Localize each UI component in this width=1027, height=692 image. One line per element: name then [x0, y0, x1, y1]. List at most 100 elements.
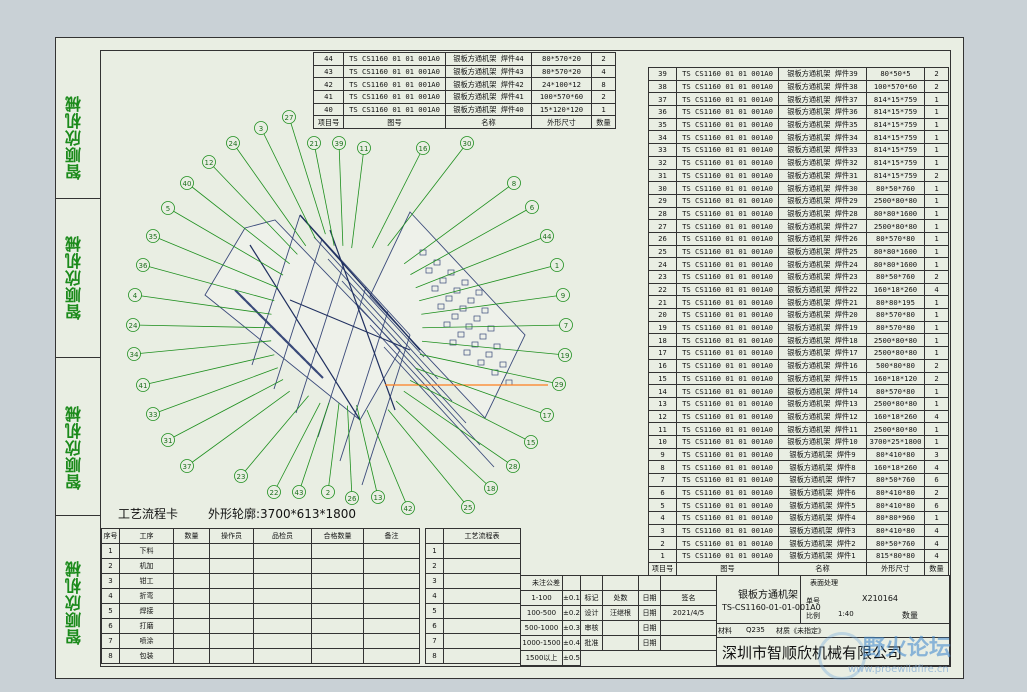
cell: 日期 [638, 620, 661, 636]
balloon-number: 6 [530, 204, 535, 212]
balloon-number: 33 [149, 411, 158, 419]
balloon-number: 39 [335, 140, 344, 148]
part-title: 银板方通机架 [738, 590, 798, 601]
process2-header: 工艺流程表 [425, 528, 521, 544]
process2-row: 8 [425, 648, 521, 664]
cell [443, 573, 521, 589]
process-row: 2 机加 [101, 558, 420, 574]
cell: 4 [425, 588, 444, 604]
cell: 2021/4/5 [660, 605, 717, 621]
sign-row: 批准 日期 [580, 635, 717, 651]
cell: 包装 [119, 648, 174, 664]
balloon-number: 5 [166, 205, 170, 213]
cell [209, 558, 254, 574]
cell [311, 543, 364, 559]
cell [660, 620, 717, 636]
qty-label: 数量 [902, 611, 918, 620]
balloon-number: 21 [310, 140, 319, 148]
balloon-number: 43 [295, 489, 304, 497]
tol-row: 1500以上 ±0.5 [520, 650, 581, 666]
sign-row [580, 575, 717, 591]
cell [253, 648, 312, 664]
cell: 工序 [119, 528, 174, 544]
leader-line [288, 116, 326, 235]
leader-line [387, 409, 469, 508]
cell [311, 558, 364, 574]
balloon-number: 22 [270, 489, 279, 497]
cell: 8 [101, 648, 120, 664]
cell [209, 573, 254, 589]
leader-line [152, 367, 278, 415]
process-row: 7 喷涂 [101, 633, 420, 649]
process2-row: 7 [425, 633, 521, 649]
cell: 日期 [638, 590, 661, 606]
balloon-number: 24 [229, 140, 238, 148]
cell: ±0.4 [562, 635, 581, 651]
process-row: 5 焊接 [101, 603, 420, 619]
cell [443, 588, 521, 604]
ratio-label: 比例 [806, 612, 820, 620]
cell [363, 603, 420, 619]
leader-line [338, 142, 344, 246]
cell [209, 588, 254, 604]
balloon-number: 31 [164, 437, 173, 445]
cell: 1000-1500 [520, 635, 563, 651]
cell [209, 618, 254, 634]
cell: 审核 [580, 620, 603, 636]
cell: 喷涂 [119, 633, 174, 649]
cell [253, 558, 312, 574]
cell: 汪继根 [602, 605, 639, 621]
process-header: 序号 工序 数量 操作员 品检员 合格数量 备注 [101, 528, 420, 544]
cell: 工艺流程表 [443, 528, 521, 544]
cell: 操作员 [209, 528, 254, 544]
balloon-number: 36 [139, 262, 148, 270]
cell [660, 635, 717, 651]
title-divider-h [716, 623, 950, 624]
cell: 3 [425, 573, 444, 589]
process-row: 3 钳工 [101, 573, 420, 589]
cell [253, 543, 312, 559]
cell: 下料 [119, 543, 174, 559]
cell [580, 575, 603, 591]
cell: 8 [425, 648, 444, 664]
cell [660, 575, 717, 591]
surface-label: 表面处理 [810, 579, 838, 587]
balloon-number: 8 [512, 180, 516, 188]
cell: 日期 [638, 605, 661, 621]
cell: 钳工 [119, 573, 174, 589]
cell: 打磨 [119, 618, 174, 634]
cell: 数量 [173, 528, 210, 544]
cell [253, 618, 312, 634]
balloon-number: 28 [509, 463, 518, 471]
watermark-title: 野火论坛 [863, 636, 952, 661]
balloon-number: 11 [360, 145, 369, 153]
balloon-number: 23 [237, 473, 246, 481]
cell: 1500以上 [520, 650, 563, 666]
cell: 日期 [638, 635, 661, 651]
cell [363, 648, 420, 664]
balloon-number: 37 [183, 463, 192, 471]
cell: 签名 [660, 590, 717, 606]
cell: 7 [425, 633, 444, 649]
balloon-number: 34 [130, 351, 139, 359]
cell: 1-100 [520, 590, 563, 606]
leader-line [351, 147, 365, 249]
part-panel [204, 219, 401, 421]
balloon-number: 18 [487, 485, 496, 493]
leader-line [186, 390, 290, 467]
cell: 1 [425, 543, 444, 559]
process-table-2: 工艺流程表 1 2 3 4 5 6 7 8 [425, 528, 521, 664]
balloon-number: 24 [129, 322, 138, 330]
cell [425, 528, 444, 544]
cell [443, 543, 521, 559]
leader-line [298, 402, 330, 493]
balloon-number: 44 [543, 233, 552, 241]
balloon-number: 17 [543, 412, 552, 420]
watermark-url: www.proewildfire.cn [848, 664, 949, 675]
cell: 6 [425, 618, 444, 634]
cell: 500-1000 [520, 620, 563, 636]
leader-line [273, 402, 321, 493]
cell [311, 633, 364, 649]
cell [363, 588, 420, 604]
cell: 5 [101, 603, 120, 619]
